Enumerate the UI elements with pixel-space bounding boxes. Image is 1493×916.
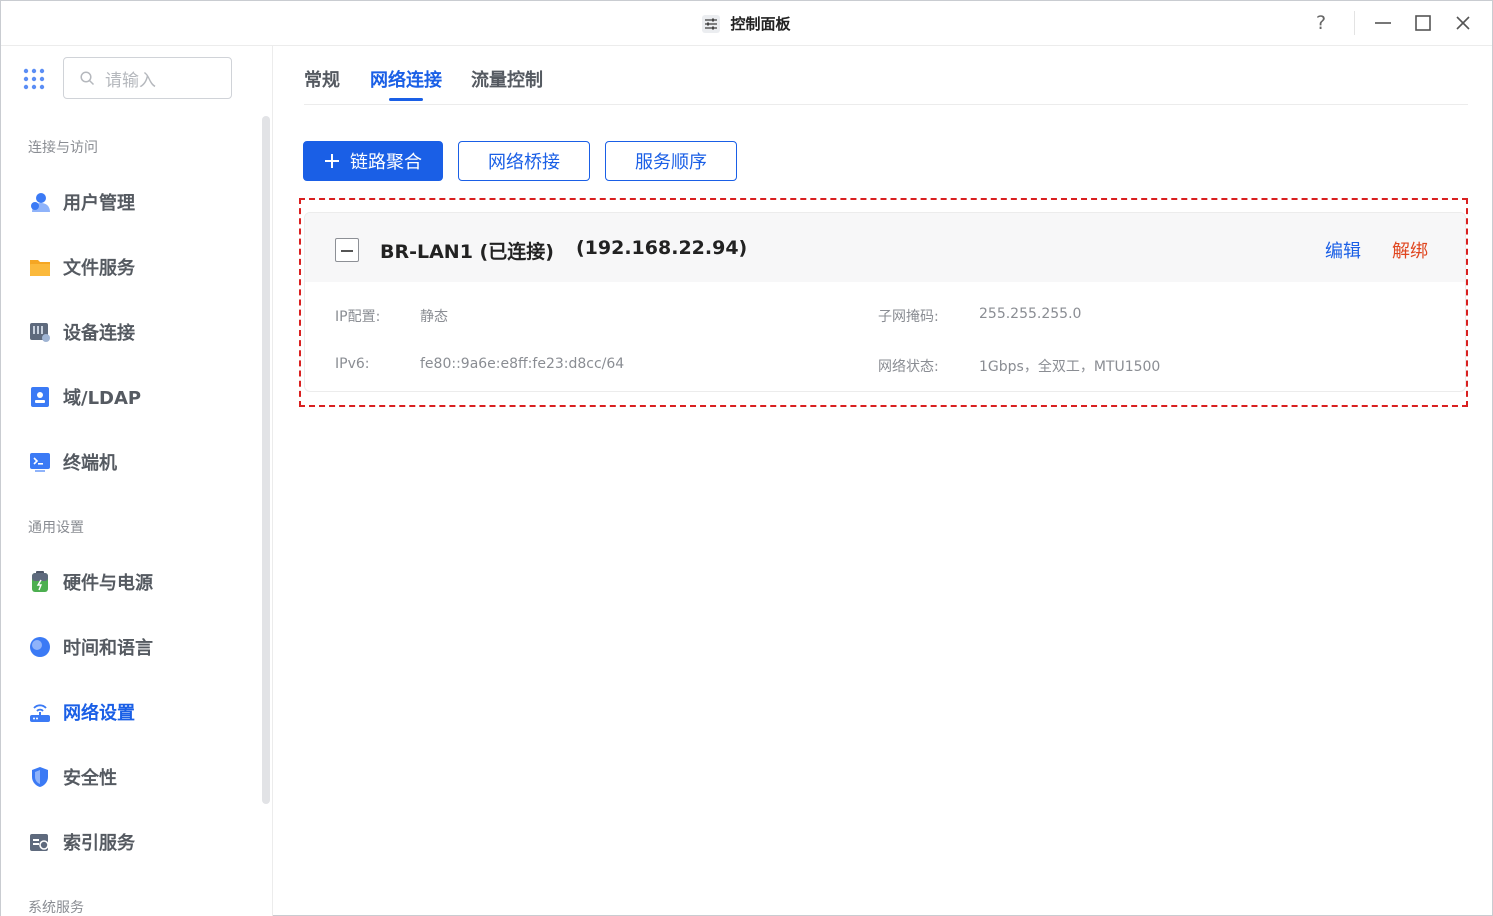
sidebar: 请输入 连接与访问 用户管理 文件服务 设备连接 域/LDAP 终端机 通用设置… bbox=[1, 46, 273, 916]
search-input[interactable]: 请输入 bbox=[63, 57, 232, 99]
network-status-label: 网络状态: bbox=[878, 359, 939, 375]
section-label-system: 系统服务 bbox=[28, 900, 84, 916]
sidebar-item-label: 索引服务 bbox=[63, 833, 135, 854]
folder-icon bbox=[29, 256, 51, 278]
apps-grid-icon[interactable] bbox=[23, 68, 45, 94]
titlebar-divider bbox=[1354, 11, 1355, 35]
tab-traffic-control[interactable]: 流量控制 bbox=[471, 66, 543, 92]
subnet-mask-value: 255.255.255.0 bbox=[979, 306, 1082, 322]
sidebar-item-label: 网络设置 bbox=[63, 703, 135, 724]
sidebar-item-label: 文件服务 bbox=[63, 258, 135, 279]
terminal-icon bbox=[29, 451, 51, 473]
tab-bar: 常规 网络连接 流量控制 bbox=[304, 46, 1468, 105]
ip-config-value: 静态 bbox=[420, 309, 448, 325]
main-content: 常规 网络连接 流量控制 链路聚合 网络桥接 服务顺序 BR-LAN1 (已连接… bbox=[273, 46, 1492, 916]
service-order-button[interactable]: 服务顺序 bbox=[605, 141, 737, 181]
title-bar: 控制面板 ? bbox=[1, 1, 1492, 46]
sidebar-item-label: 硬件与电源 bbox=[63, 573, 153, 594]
ipv6-value: fe80::9a6e:e8ff:fe23:d8cc/64 bbox=[420, 356, 625, 372]
section-label-general: 通用设置 bbox=[28, 520, 84, 536]
sidebar-item-file-service[interactable]: 文件服务 bbox=[29, 252, 135, 282]
sidebar-item-device-connection[interactable]: 设备连接 bbox=[29, 317, 135, 347]
link-aggregation-label: 链路聚合 bbox=[350, 152, 422, 173]
sidebar-item-label: 设备连接 bbox=[63, 323, 135, 344]
maximize-icon bbox=[1415, 15, 1431, 31]
control-panel-window: 控制面板 ? 请输入 连接与访问 用户管理 文件服务 设备连接 域/LDAP 终… bbox=[0, 0, 1493, 916]
sidebar-item-network-settings[interactable]: 网络设置 bbox=[29, 697, 135, 727]
sidebar-item-label: 域/LDAP bbox=[63, 388, 142, 409]
help-icon: ? bbox=[1315, 12, 1327, 34]
minimize-button[interactable] bbox=[1368, 10, 1398, 36]
edit-link[interactable]: 编辑 bbox=[1325, 237, 1361, 263]
connection-ip: (192.168.22.94) bbox=[576, 237, 748, 259]
globe-icon bbox=[29, 636, 51, 658]
connection-name: BR-LAN1 (已连接) bbox=[380, 241, 554, 263]
minimize-icon bbox=[1375, 22, 1391, 24]
connection-card-header: BR-LAN1 (已连接) (192.168.22.94) 编辑 解绑 bbox=[305, 213, 1465, 282]
close-button[interactable] bbox=[1448, 10, 1478, 36]
unbind-link[interactable]: 解绑 bbox=[1392, 237, 1428, 263]
tab-active-indicator bbox=[389, 98, 423, 101]
plus-icon bbox=[325, 154, 339, 168]
sidebar-item-users[interactable]: 用户管理 bbox=[29, 187, 135, 217]
sidebar-item-terminal[interactable]: 终端机 bbox=[29, 447, 117, 477]
tab-general[interactable]: 常规 bbox=[304, 66, 340, 92]
sidebar-item-label: 终端机 bbox=[63, 453, 117, 474]
sliders-icon bbox=[702, 14, 721, 33]
close-icon bbox=[1456, 16, 1470, 30]
ipv6-label: IPv6: bbox=[335, 356, 370, 372]
index-icon bbox=[29, 831, 51, 853]
ip-config-label: IP配置: bbox=[335, 309, 381, 325]
router-icon bbox=[29, 701, 51, 723]
shield-icon bbox=[29, 766, 51, 788]
id-card-icon bbox=[29, 386, 51, 408]
section-label-connection: 连接与访问 bbox=[28, 140, 98, 156]
search-placeholder: 请输入 bbox=[105, 70, 156, 91]
sidebar-item-label: 安全性 bbox=[63, 768, 117, 789]
search-icon bbox=[80, 70, 95, 85]
network-bridge-button[interactable]: 网络桥接 bbox=[458, 141, 590, 181]
sidebar-item-ldap[interactable]: 域/LDAP bbox=[29, 382, 141, 412]
sidebar-item-time-language[interactable]: 时间和语言 bbox=[29, 632, 153, 662]
sidebar-item-security[interactable]: 安全性 bbox=[29, 762, 117, 792]
network-status-value: 1Gbps，全双工，MTU1500 bbox=[979, 359, 1161, 375]
sidebar-scrollbar[interactable] bbox=[262, 116, 270, 804]
sidebar-item-label: 用户管理 bbox=[63, 193, 135, 214]
tab-network-connection[interactable]: 网络连接 bbox=[370, 66, 442, 92]
device-icon bbox=[29, 321, 51, 343]
sidebar-item-label: 时间和语言 bbox=[63, 638, 153, 659]
users-icon bbox=[29, 191, 51, 213]
subnet-mask-label: 子网掩码: bbox=[878, 309, 939, 325]
battery-icon bbox=[29, 571, 51, 593]
connection-card: BR-LAN1 (已连接) (192.168.22.94) 编辑 解绑 IP配置… bbox=[304, 212, 1466, 392]
collapse-toggle[interactable] bbox=[335, 238, 359, 262]
window-title: 控制面板 bbox=[730, 15, 791, 33]
sidebar-item-index-service[interactable]: 索引服务 bbox=[29, 827, 135, 857]
sidebar-item-hardware-power[interactable]: 硬件与电源 bbox=[29, 567, 153, 597]
link-aggregation-button[interactable]: 链路聚合 bbox=[303, 141, 443, 181]
help-button[interactable]: ? bbox=[1306, 10, 1336, 36]
maximize-button[interactable] bbox=[1408, 10, 1438, 36]
